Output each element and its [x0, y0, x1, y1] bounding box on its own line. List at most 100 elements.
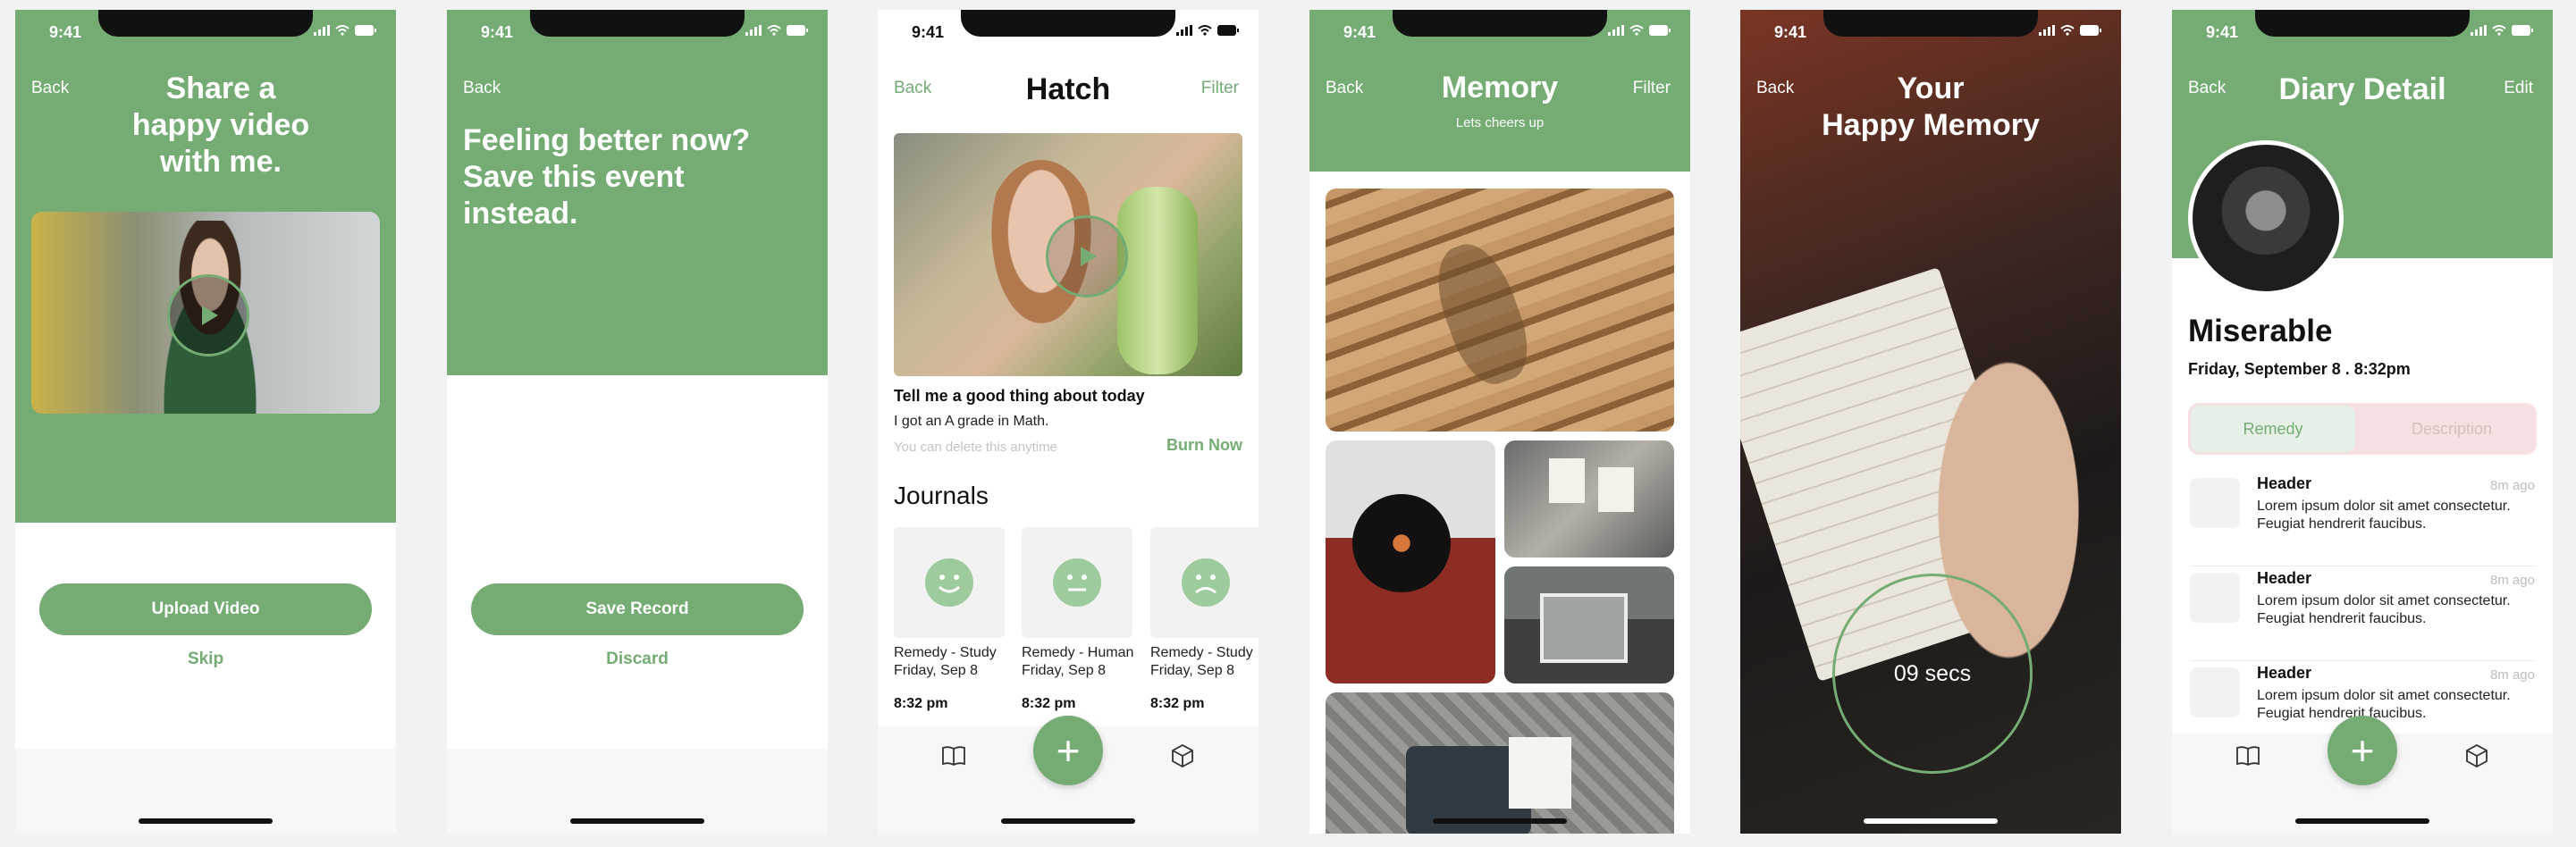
save-record-button[interactable]: Save Record: [471, 583, 804, 635]
polaroid: [1549, 458, 1585, 503]
back-button[interactable]: Back: [31, 79, 69, 98]
screen-share-video: 9:41 Back Share a happy video with me. U…: [15, 10, 396, 834]
battery-icon: [2080, 25, 2101, 36]
video-thumbnail[interactable]: [31, 212, 380, 414]
back-button[interactable]: Back: [1756, 79, 1794, 98]
memory-photo-camera[interactable]: [1326, 692, 1674, 834]
item-header: Header: [2257, 664, 2312, 682]
memory-photo-footprint[interactable]: [1326, 189, 1674, 432]
status-icons: [2039, 25, 2101, 36]
signal-icon: [2039, 25, 2055, 36]
item-body: Lorem ipsum dolor sit amet consectetur. …: [2257, 688, 2511, 721]
notch: [98, 10, 313, 37]
footprint: [1424, 234, 1540, 393]
status-time: 9:41: [1774, 23, 1807, 41]
title-line: with me.: [159, 145, 282, 179]
back-button[interactable]: Back: [1326, 79, 1363, 98]
journal-card[interactable]: [1022, 527, 1132, 638]
journal-time: 8:32 pm: [1150, 696, 1205, 711]
discard-link[interactable]: Discard: [447, 650, 828, 669]
wifi-icon: [2060, 25, 2075, 36]
journal-time: 8:32 pm: [894, 696, 948, 711]
house-photo: [1540, 593, 1628, 663]
notch: [1823, 10, 2038, 37]
avatar: [2188, 140, 2344, 296]
page-title: Diary Detail: [2278, 72, 2446, 106]
hint-text: You can delete this anytime: [894, 440, 1057, 455]
book-icon[interactable]: [2235, 742, 2261, 769]
burn-now-button[interactable]: Burn Now: [1166, 436, 1242, 455]
skip-link[interactable]: Skip: [15, 650, 396, 669]
celery: [1117, 187, 1198, 374]
status-icons: [314, 25, 376, 36]
status-time: 9:41: [49, 23, 82, 41]
screen-diary-detail: 9:41 Back Diary Detail Edit Miserable Fr…: [2172, 10, 2553, 834]
page-title: Your Happy Memory: [1740, 71, 2121, 144]
memory-photo-polaroids[interactable]: [1504, 440, 1674, 558]
home-indicator: [1001, 818, 1135, 824]
filter-button[interactable]: Filter: [1633, 79, 1671, 98]
memory-photo-house[interactable]: [1504, 566, 1674, 683]
neutral-face-icon: [1053, 558, 1101, 607]
wifi-icon: [1198, 25, 1212, 36]
entry-date: Friday, September 8 . 8:32pm: [2188, 360, 2411, 378]
play-button[interactable]: [1046, 215, 1128, 298]
journal-date: Friday, Sep 8: [1150, 663, 1234, 678]
status-time: 9:41: [1343, 23, 1376, 41]
plus-icon: +: [2350, 727, 2375, 774]
notch: [961, 10, 1175, 37]
title-line: happy video: [131, 108, 310, 142]
cube-icon[interactable]: [1169, 742, 1196, 769]
status-time: 9:41: [2206, 23, 2239, 41]
wifi-icon: [767, 25, 781, 36]
journals-heading: Journals: [894, 482, 989, 509]
title-line: instead.: [463, 197, 578, 231]
title-line: Your: [1897, 71, 1965, 105]
upload-video-button[interactable]: Upload Video: [39, 583, 372, 635]
journal-card[interactable]: [894, 527, 1005, 638]
play-button[interactable]: [167, 274, 249, 356]
play-icon: [202, 306, 218, 325]
journal-title: Remedy - Study: [1150, 645, 1253, 660]
list-item[interactable]: Header 8m ago Lorem ipsum dolor sit amet…: [2190, 471, 2535, 566]
signal-icon: [745, 25, 762, 36]
signal-icon: [2471, 25, 2487, 36]
tab-description[interactable]: Description: [2370, 406, 2534, 452]
featured-video[interactable]: [894, 133, 1242, 376]
memory-photo-record-player[interactable]: [1326, 440, 1495, 683]
add-button[interactable]: +: [2328, 716, 2397, 785]
battery-icon: [787, 25, 808, 36]
battery-icon: [2512, 25, 2533, 36]
signal-icon: [1176, 25, 1192, 36]
journal-card[interactable]: [1150, 527, 1259, 638]
item-thumbnail: [2190, 573, 2240, 623]
list-item[interactable]: Header 8m ago Lorem ipsum dolor sit amet…: [2190, 566, 2535, 661]
segmented-tabs: Remedy Description: [2188, 403, 2537, 455]
tab-remedy[interactable]: Remedy: [2191, 406, 2355, 452]
status-icons: [745, 25, 808, 36]
book-icon[interactable]: [940, 742, 967, 769]
back-button[interactable]: Back: [2188, 79, 2226, 98]
timer-text: 09 secs: [1893, 660, 1972, 686]
notch: [2255, 10, 2470, 37]
home-indicator: [1864, 818, 1998, 824]
add-button[interactable]: +: [1033, 716, 1103, 785]
item-time: 8m ago: [2489, 478, 2535, 493]
status-icons: [2471, 25, 2533, 36]
back-button[interactable]: Back: [894, 79, 931, 98]
cube-icon[interactable]: [2463, 742, 2490, 769]
edit-button[interactable]: Edit: [2504, 79, 2533, 98]
screen-happy-memory: 9:41 Back Your Happy Memory 09 secs: [1740, 10, 2121, 834]
battery-icon: [1217, 25, 1239, 36]
item-header: Header: [2257, 474, 2312, 492]
journal-meta: Remedy - Study Friday, Sep 8: [894, 644, 1019, 680]
back-button[interactable]: Back: [463, 79, 501, 98]
filter-button[interactable]: Filter: [1201, 79, 1239, 98]
screen-hatch: 9:41 Back Hatch Filter Tell me a good th…: [878, 10, 1259, 834]
screen-memory: 9:41 Back Memory Lets cheers up Filter: [1309, 10, 1690, 834]
journal-date: Friday, Sep 8: [894, 663, 978, 678]
item-body: Lorem ipsum dolor sit amet consectetur. …: [2257, 593, 2511, 626]
page-subtitle: Lets cheers up: [1455, 115, 1545, 130]
status-icons: [1608, 25, 1671, 36]
plus-icon: +: [1056, 727, 1081, 774]
